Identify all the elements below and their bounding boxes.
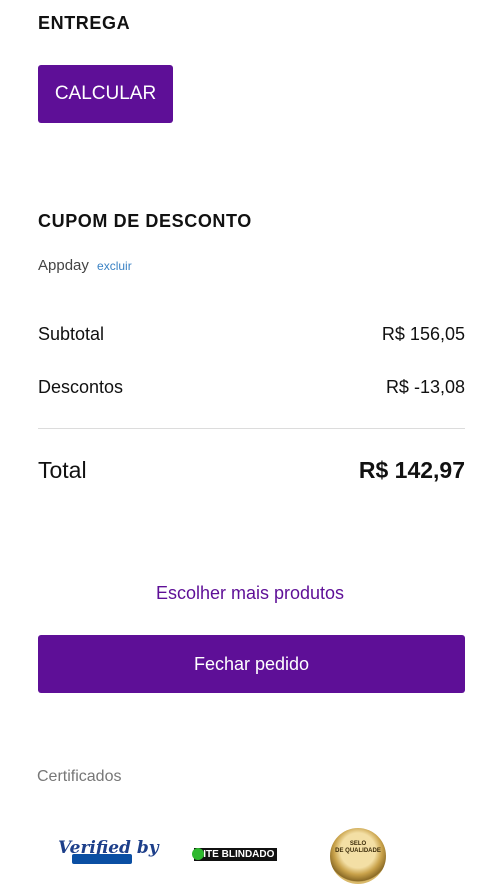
applied-coupon: Appday excluir bbox=[38, 257, 132, 274]
subtotal-label: Subtotal bbox=[38, 324, 105, 344]
quality-seal-icon: SELO DE QUALIDADE bbox=[330, 828, 386, 884]
seal-line2: DE QUALIDADE bbox=[335, 848, 381, 854]
verified-by-logo-bar bbox=[72, 854, 132, 864]
verified-by-badge-icon: Verified by bbox=[58, 838, 159, 864]
total-label: Total bbox=[38, 457, 87, 483]
site-blindado-label: SITE BLINDADO bbox=[196, 849, 275, 860]
checkout-button[interactable]: Fechar pedido bbox=[38, 635, 465, 693]
certificates-title: Certificados bbox=[37, 768, 122, 785]
discounts-row: Descontos R$ -13,08 bbox=[38, 377, 465, 398]
subtotal-value: R$ 156,05 bbox=[381, 324, 465, 344]
delivery-title: ENTREGA bbox=[38, 13, 131, 33]
choose-more-products-link[interactable]: Escolher mais produtos bbox=[0, 583, 500, 604]
discounts-value: R$ -13,08 bbox=[385, 377, 465, 397]
coupon-title: CUPOM DE DESCONTO bbox=[38, 211, 252, 231]
subtotal-row: Subtotal R$ 156,05 bbox=[38, 324, 465, 345]
shield-dot-icon bbox=[192, 848, 204, 860]
total-value: R$ 142,97 bbox=[358, 457, 465, 483]
site-blindado-badge-icon: SITE BLINDADO bbox=[192, 848, 277, 861]
discounts-label: Descontos bbox=[38, 377, 124, 397]
coupon-code: Appday bbox=[38, 257, 89, 274]
remove-coupon-link[interactable]: excluir bbox=[97, 259, 132, 273]
summary-divider bbox=[38, 428, 465, 429]
calculate-shipping-button[interactable]: CALCULAR bbox=[38, 65, 173, 123]
total-row: Total R$ 142,97 bbox=[38, 457, 465, 484]
seal-line1: SELO bbox=[349, 841, 367, 847]
